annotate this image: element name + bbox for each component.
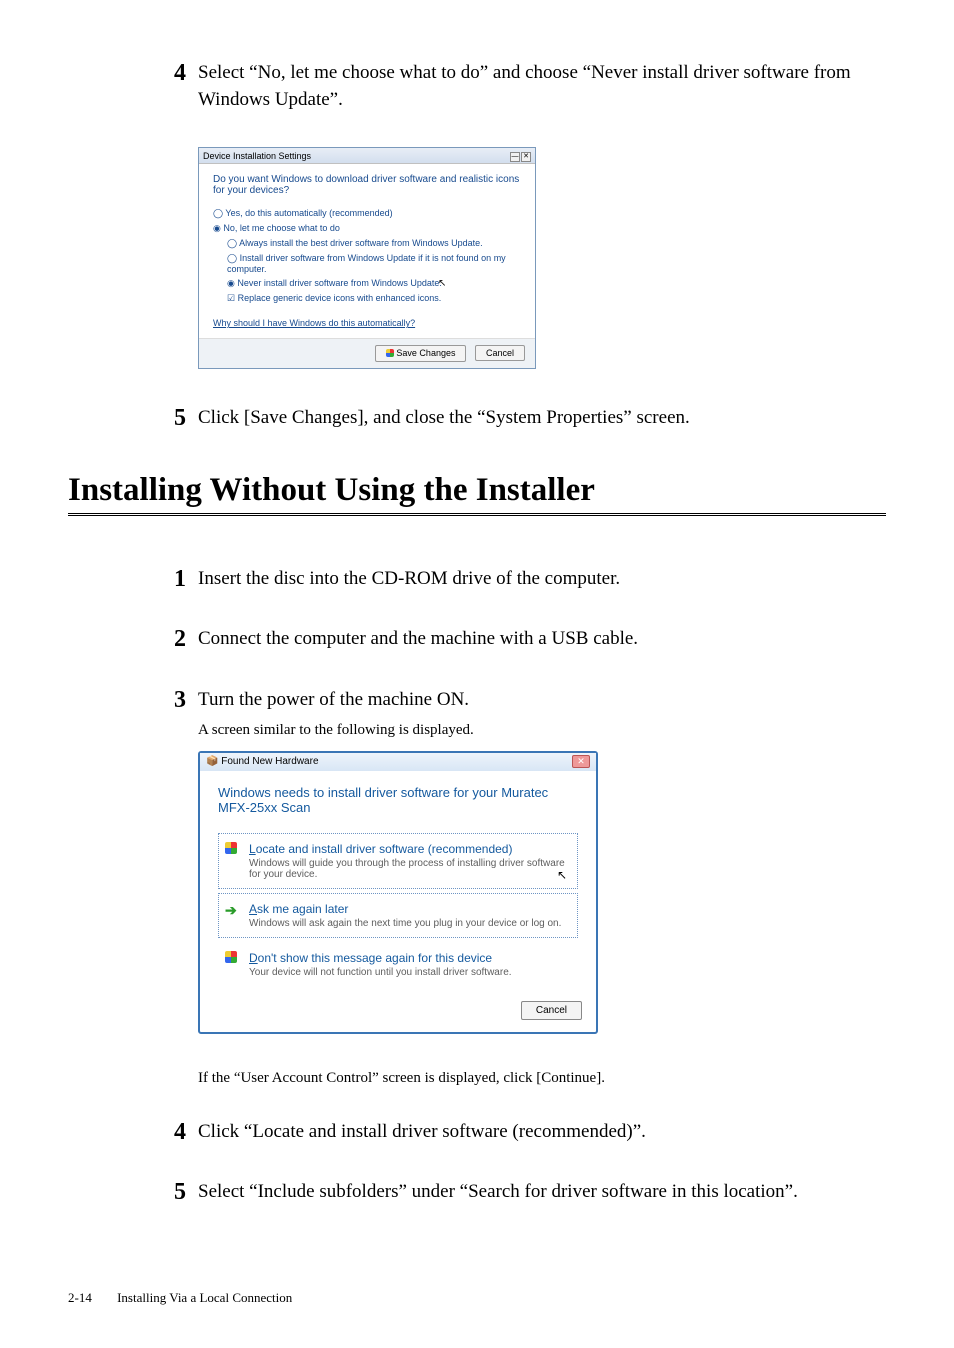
radio-always: ◯ Always install the best driver softwar…: [227, 238, 521, 249]
step-number: 3: [156, 687, 186, 713]
step-text: Connect the computer and the machine wit…: [198, 626, 886, 653]
dialog-title: 📦 Found New Hardware: [206, 756, 319, 767]
step-text: Select “Include subfolders” under “Searc…: [198, 1179, 886, 1206]
dialog-heading: Windows needs to install driver software…: [218, 785, 578, 815]
step-subtext: A screen similar to the following is dis…: [198, 720, 886, 741]
radio-install-if-not-found: ◯ Install driver software from Windows U…: [227, 253, 521, 274]
dialog-title: Device Installation Settings: [203, 151, 311, 161]
step-text: Insert the disc into the CD-ROM drive of…: [198, 566, 886, 593]
option-ask-later: ➔ Ask me again later Windows will ask ag…: [218, 893, 578, 938]
step-number: 4: [156, 1119, 186, 1145]
footer-title: Installing Via a Local Connection: [117, 1290, 292, 1305]
radio-never: ◉ Never install driver software from Win…: [227, 278, 521, 289]
save-changes-button: Save Changes: [375, 345, 467, 362]
option-desc: Your device will not function until you …: [249, 967, 567, 978]
why-link: Why should I have Windows do this automa…: [213, 318, 521, 328]
step-number: 1: [156, 566, 186, 592]
option-desc: Windows will ask again the next time you…: [249, 918, 567, 929]
cancel-button: Cancel: [521, 1001, 582, 1020]
radio-yes: ◯ Yes, do this automatically (recommende…: [213, 208, 521, 219]
step-number: 5: [156, 1179, 186, 1205]
note-text: If the “User Account Control” screen is …: [198, 1070, 886, 1087]
page-footer: 2-14 Installing Via a Local Connection: [68, 1290, 292, 1306]
shield-icon: [225, 842, 237, 854]
step-number: 2: [156, 626, 186, 652]
option-dont-show: Don't show this message again for this d…: [218, 942, 578, 987]
cancel-button: Cancel: [475, 345, 525, 361]
step-text: Turn the power of the machine ON. A scre…: [198, 687, 886, 741]
shield-icon: [225, 951, 237, 963]
step-text: Click “Locate and install driver softwar…: [198, 1119, 886, 1146]
checkbox-replace-icons: ☑ Replace generic device icons with enha…: [227, 293, 521, 304]
cursor-icon: ↖: [557, 868, 567, 882]
close-icon: ✕: [572, 755, 590, 768]
section-heading: Installing Without Using the Installer: [68, 472, 886, 516]
step-text: Select “No, let me choose what to do” an…: [198, 60, 886, 113]
option-desc: Windows will guide you through the proce…: [249, 858, 567, 880]
found-new-hardware-dialog: 📦 Found New Hardware ✕ Windows needs to …: [198, 751, 886, 1034]
page-number: 2-14: [68, 1290, 92, 1305]
window-buttons: —✕: [509, 150, 531, 162]
step-number: 5: [156, 405, 186, 431]
radio-no: ◉ No, let me choose what to do: [213, 223, 521, 234]
arrow-icon: ➔: [225, 902, 237, 919]
dialog-prompt: Do you want Windows to download driver s…: [213, 174, 521, 196]
step-text: Click [Save Changes], and close the “Sys…: [198, 405, 886, 432]
option-locate-install: Locate and install driver software (reco…: [218, 833, 578, 889]
device-install-settings-dialog: Device Installation Settings —✕ Do you w…: [198, 147, 886, 369]
step-number: 4: [156, 60, 186, 86]
